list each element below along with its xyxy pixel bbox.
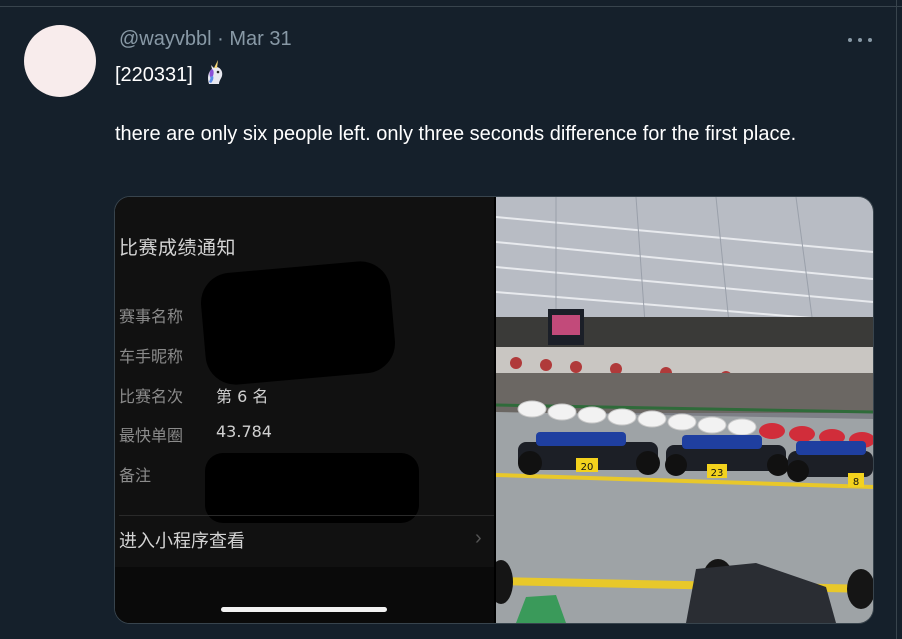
kart-number: 8 xyxy=(853,477,859,488)
chevron-right-icon: › xyxy=(475,527,482,549)
kart-track-photo[interactable]: 20 23 8 xyxy=(496,197,873,623)
redaction-mark xyxy=(198,258,398,388)
row-label-nickname: 车手昵称 xyxy=(119,347,184,366)
kart-number: 23 xyxy=(711,468,724,479)
tweet-date[interactable]: Mar 31 xyxy=(229,28,291,50)
timeline-border xyxy=(896,0,897,639)
row-value-best-lap: 43.784 xyxy=(216,422,272,441)
row-label-event: 赛事名称 xyxy=(119,307,184,326)
tweet-code: [220331] xyxy=(115,64,193,86)
tweet-meta: @wayvbbl · Mar 31 xyxy=(119,28,292,51)
row-label-rank: 比赛名次 xyxy=(119,387,184,406)
result-title: 比赛成绩通知 xyxy=(119,237,237,259)
unicorn-emoji xyxy=(208,60,223,84)
result-screenshot-image[interactable]: 比赛成绩通知 赛事名称 车手昵称 比赛名次 第 6 名 最快单圈 43.784 … xyxy=(115,197,494,623)
tweet-text: there are only six people left. only thr… xyxy=(115,123,797,145)
media-grid[interactable]: 比赛成绩通知 赛事名称 车手昵称 比赛名次 第 6 名 最快单圈 43.784 … xyxy=(114,196,874,624)
top-divider xyxy=(0,0,902,7)
open-miniprogram-link[interactable]: 进入小程序查看 xyxy=(119,527,245,553)
row-label-notes: 备注 xyxy=(119,466,152,485)
more-options-button[interactable] xyxy=(846,26,874,54)
row-value-rank: 第 6 名 xyxy=(216,387,269,406)
author-handle[interactable]: @wayvbbl xyxy=(119,28,212,50)
tweet-first-line: [220331] xyxy=(115,60,228,89)
avatar[interactable] xyxy=(24,25,96,97)
meta-separator: · xyxy=(217,28,224,50)
row-label-best-lap: 最快单圈 xyxy=(119,426,184,445)
divider xyxy=(119,515,494,516)
home-indicator xyxy=(221,607,387,612)
redaction-mark xyxy=(205,453,419,523)
more-horizontal-icon xyxy=(848,38,852,42)
phone-bottom-area xyxy=(115,567,494,623)
kart-number: 20 xyxy=(581,462,594,473)
